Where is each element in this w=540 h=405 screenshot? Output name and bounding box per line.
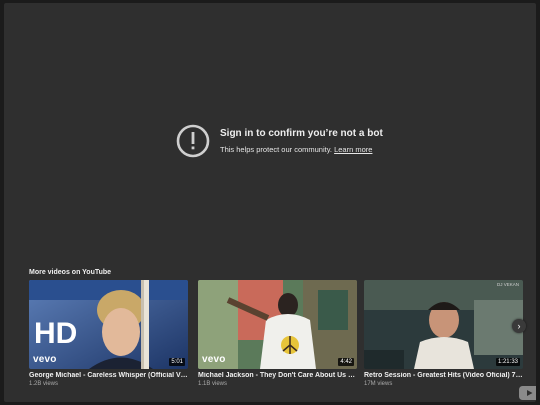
video-title[interactable]: Retro Session - Greatest Hits (Video Ofi… bbox=[364, 372, 523, 379]
video-player[interactable]: Sign in to confirm you’re not a bot This… bbox=[4, 3, 536, 402]
video-title[interactable]: George Michael - Careless Whisper (Offic… bbox=[29, 372, 188, 379]
alert-circle-icon bbox=[176, 124, 210, 158]
more-videos-carousel: HD vevo 5:01 George Michael - Careless W… bbox=[29, 280, 529, 395]
learn-more-link[interactable]: Learn more bbox=[334, 145, 372, 154]
hd-overlay-text: HD bbox=[34, 317, 78, 350]
video-thumbnail[interactable]: DJ VEKAN 1:21:33 bbox=[364, 280, 523, 369]
video-thumbnail[interactable]: HD vevo 5:01 bbox=[29, 280, 188, 369]
youtube-logo-icon[interactable] bbox=[519, 386, 536, 400]
vevo-logo: vevo bbox=[202, 354, 226, 365]
video-duration: 5:01 bbox=[169, 358, 185, 366]
bot-check-title: Sign in to confirm you’re not a bot bbox=[220, 128, 383, 139]
vevo-logo: vevo bbox=[33, 354, 57, 365]
channel-watermark: DJ VEKAN bbox=[496, 282, 519, 287]
video-card[interactable]: HD vevo 5:01 George Michael - Careless W… bbox=[29, 280, 188, 387]
video-views: 1.1B views bbox=[198, 381, 228, 387]
video-duration: 4:42 bbox=[338, 358, 354, 366]
carousel-next-button[interactable]: › bbox=[512, 319, 526, 333]
more-videos-heading: More videos on YouTube bbox=[29, 269, 112, 276]
video-duration: 1:21:33 bbox=[495, 358, 520, 366]
video-card[interactable]: DJ VEKAN 1:21:33 Retro Session - Greates… bbox=[364, 280, 523, 387]
bot-check-subtitle: This helps protect our community. Learn … bbox=[220, 145, 383, 154]
video-thumbnail[interactable]: vevo 4:42 bbox=[198, 280, 357, 369]
thumbnail-image bbox=[364, 280, 523, 369]
video-views: 1.2B views bbox=[29, 381, 59, 387]
video-title[interactable]: Michael Jackson - They Don't Care About … bbox=[198, 372, 357, 379]
video-views: 17M views bbox=[364, 381, 393, 387]
video-card[interactable]: vevo 4:42 Michael Jackson - They Don't C… bbox=[198, 280, 357, 387]
bot-check-subtitle-text: This helps protect our community. bbox=[220, 145, 332, 154]
bot-check-message: Sign in to confirm you’re not a bot This… bbox=[176, 124, 383, 158]
chevron-right-icon: › bbox=[517, 321, 521, 331]
